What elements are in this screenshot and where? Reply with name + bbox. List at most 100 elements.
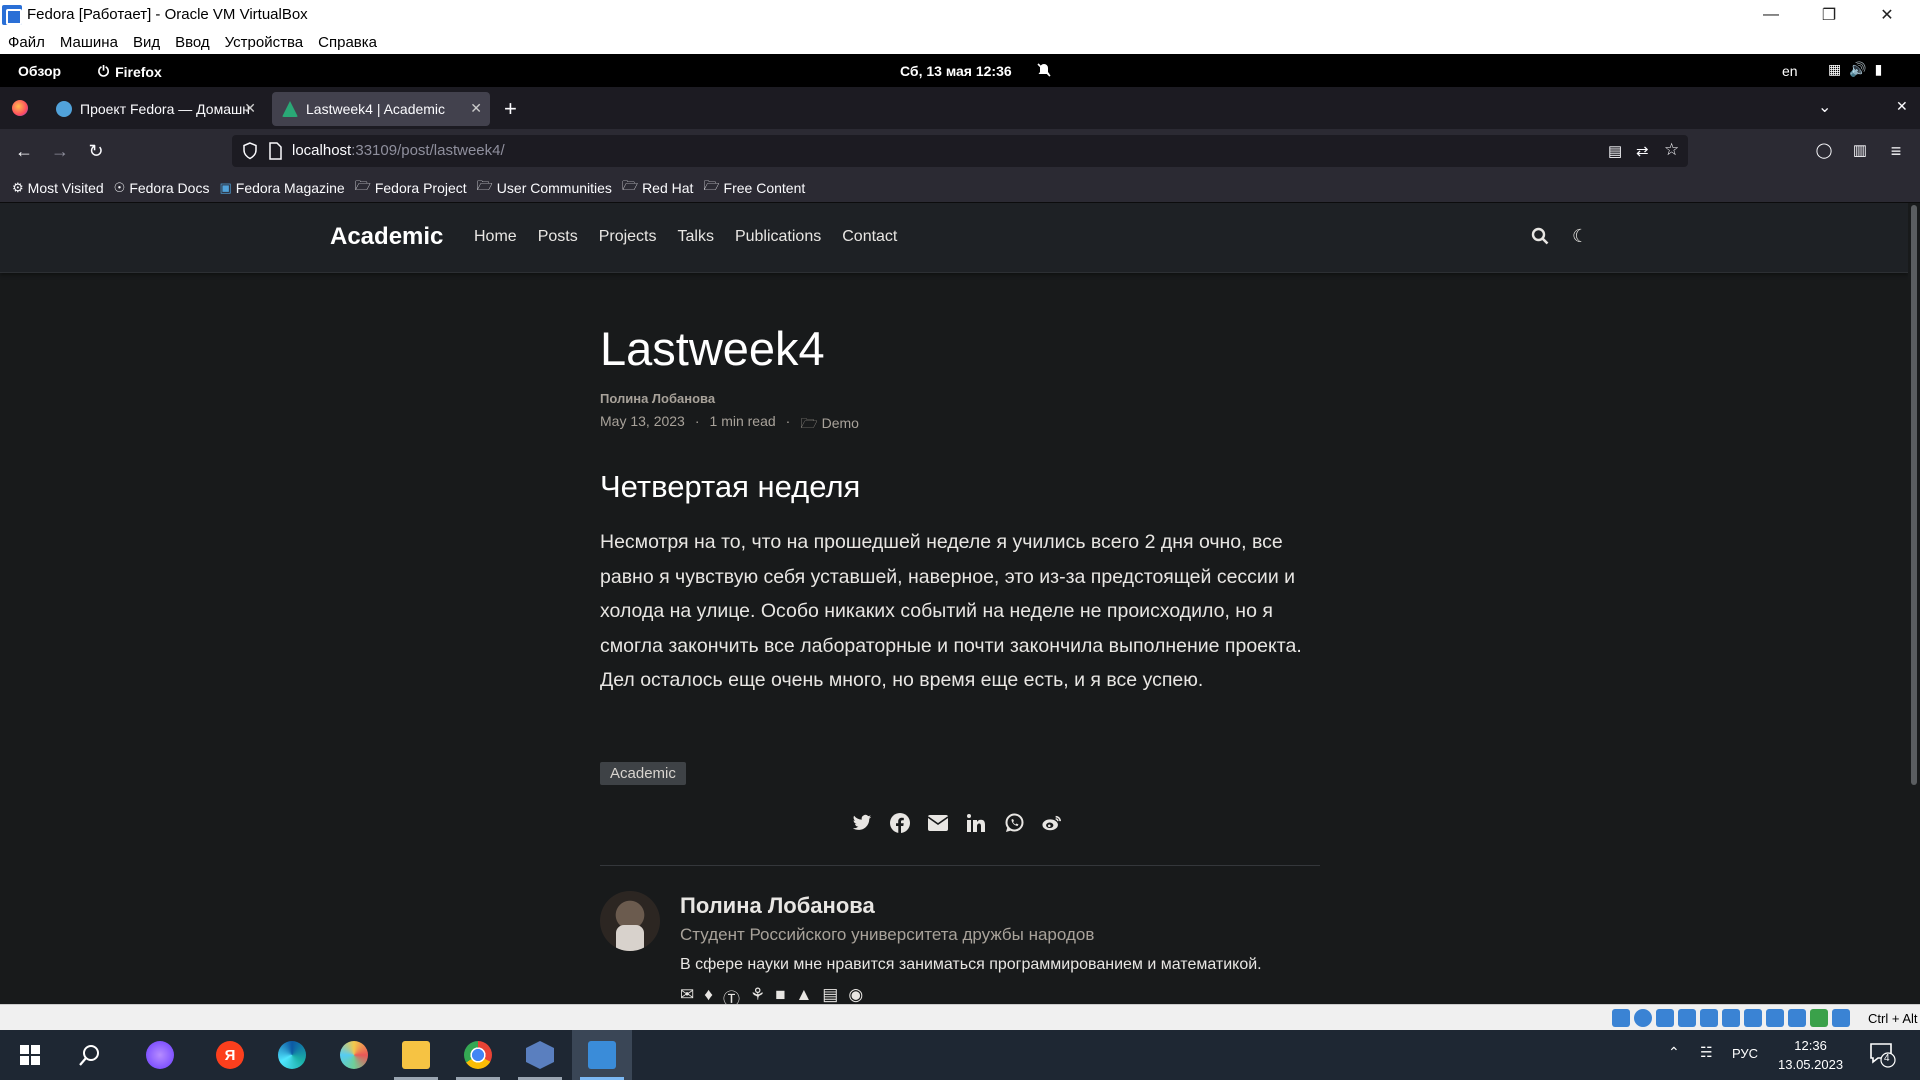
tab-fedora-project[interactable]: Проект Fedora — Домашня ✕: [46, 92, 264, 126]
clock[interactable]: Сб, 13 мая 12:36: [900, 63, 1012, 79]
recording-icon[interactable]: [1766, 1009, 1784, 1027]
guest-additions-icon[interactable]: [1810, 1009, 1828, 1027]
menu-input[interactable]: Ввод: [175, 34, 210, 51]
page-scrollbar[interactable]: [1908, 203, 1920, 1004]
usb-icon[interactable]: [1700, 1009, 1718, 1027]
menu-file[interactable]: Файл: [8, 34, 45, 51]
menu-hamburger-icon[interactable]: ≡: [1884, 139, 1908, 163]
tag-badge[interactable]: Academic: [600, 762, 686, 785]
alice-assistant-icon[interactable]: [130, 1030, 190, 1080]
menu-machine[interactable]: Машина: [60, 34, 118, 51]
edge-icon[interactable]: [262, 1030, 322, 1080]
category-link[interactable]: 🗁 Demo: [800, 413, 859, 437]
tab-lastweek4[interactable]: Lastweek4 | Academic ✕: [272, 92, 490, 126]
yandex-browser-icon[interactable]: Я: [200, 1030, 260, 1080]
show-hidden-icons-chevron-icon[interactable]: ⌃: [1668, 1044, 1680, 1061]
twitter-icon[interactable]: [852, 813, 872, 833]
chrome-icon[interactable]: [448, 1030, 508, 1080]
email-profile-icon[interactable]: ✉: [680, 985, 694, 1004]
system-menu[interactable]: ▦ 🔊 ▮: [1828, 61, 1882, 78]
site-brand[interactable]: Academic: [330, 223, 443, 251]
bookmark-free-content[interactable]: 🗁 Free Content: [703, 177, 805, 199]
firefox-view-icon[interactable]: [12, 100, 28, 116]
reload-button[interactable]: ↻: [84, 139, 108, 163]
shield-icon[interactable]: [242, 142, 258, 164]
paint-icon[interactable]: [324, 1030, 384, 1080]
bookmark-fedora-docs[interactable]: ☉ Fedora Docs: [114, 180, 210, 196]
activities-button[interactable]: Обзор: [18, 63, 61, 79]
scrollbar-thumb[interactable]: [1911, 205, 1917, 785]
display-icon[interactable]: [1744, 1009, 1762, 1027]
mouse-integration-icon[interactable]: [1832, 1009, 1850, 1027]
bookmark-user-communities[interactable]: 🗁 User Communities: [477, 177, 612, 199]
new-tab-button[interactable]: +: [504, 96, 517, 122]
extensions-icon[interactable]: ▥: [1848, 139, 1872, 163]
bookmark-fedora-magazine[interactable]: ▣ Fedora Magazine: [219, 180, 344, 196]
start-button[interactable]: [0, 1030, 60, 1080]
pocket-icon[interactable]: ◯: [1812, 139, 1836, 163]
list-all-tabs-button[interactable]: ⌄: [1818, 97, 1831, 117]
virtualbox-taskbar-icon[interactable]: [510, 1030, 570, 1080]
search-taskbar-icon[interactable]: [60, 1030, 120, 1080]
app-menu[interactable]: ⏻ Firefox: [98, 63, 162, 80]
cv-icon[interactable]: ▤: [822, 985, 838, 1004]
author-profile-links: ✉ ♦ Ⓣ ⚘ ■ ▲ ▤ ◉: [680, 985, 863, 1004]
audio-icon[interactable]: [1656, 1009, 1674, 1027]
menu-help[interactable]: Справка: [318, 34, 377, 51]
bookmark-red-hat[interactable]: 🗁 Red Hat: [622, 177, 693, 199]
nav-contact[interactable]: Contact: [842, 228, 897, 246]
vbox-device-icons: [1612, 1009, 1850, 1027]
reader-view-icon[interactable]: ▤: [1608, 142, 1622, 160]
whatsapp-icon[interactable]: [1004, 813, 1024, 833]
fedora-vm-window-icon[interactable]: [572, 1030, 632, 1080]
post-author[interactable]: Полина Лобанова: [600, 391, 715, 406]
notification-center-icon[interactable]: 4: [1868, 1040, 1896, 1072]
weibo-icon[interactable]: [1042, 813, 1062, 833]
nav-home[interactable]: Home: [474, 228, 517, 246]
close-browser-button[interactable]: ✕: [1896, 98, 1908, 115]
scholar-icon[interactable]: ■: [775, 985, 785, 1004]
close-tab-icon[interactable]: ✕: [244, 100, 256, 117]
bookmark-fedora-project[interactable]: 🗁 Fedora Project: [355, 177, 467, 199]
url-bar[interactable]: localhost:33109/post/lastweek4/ ▤ ⇄ ☆: [232, 135, 1688, 167]
optical-drive-icon[interactable]: [1634, 1009, 1652, 1027]
twitter-profile-icon[interactable]: ♦: [704, 985, 713, 1004]
close-window-button[interactable]: ✕: [1858, 0, 1916, 30]
menu-view[interactable]: Вид: [133, 34, 160, 51]
linkedin-icon[interactable]: [966, 813, 986, 833]
bookmark-star-icon[interactable]: ☆: [1664, 140, 1679, 160]
github-icon[interactable]: ◉: [848, 985, 863, 1004]
nav-talks[interactable]: Talks: [678, 228, 714, 246]
shared-folders-icon[interactable]: [1722, 1009, 1740, 1027]
forward-button[interactable]: →: [48, 139, 72, 163]
search-icon[interactable]: [1531, 227, 1549, 249]
menu-devices[interactable]: Устройства: [225, 34, 303, 51]
taskbar-clock[interactable]: 12:36 13.05.2023: [1778, 1036, 1843, 1074]
network-adapter-icon[interactable]: [1678, 1009, 1696, 1027]
orcid-icon[interactable]: Ⓣ: [723, 985, 740, 1004]
nav-publications[interactable]: Publications: [735, 228, 821, 246]
wifi-icon[interactable]: ☵: [1700, 1044, 1713, 1061]
bookmark-most-visited[interactable]: ⚙ Most Visited: [12, 180, 104, 196]
academia-icon[interactable]: ▲: [795, 985, 812, 1004]
keyboard-layout[interactable]: en: [1782, 63, 1798, 79]
minimize-button[interactable]: —: [1742, 0, 1800, 30]
page-info-icon[interactable]: [268, 142, 282, 164]
restore-button[interactable]: ❐: [1800, 0, 1858, 30]
gear-icon: ⚙: [12, 179, 24, 195]
facebook-icon[interactable]: [890, 813, 910, 833]
dark-mode-moon-icon[interactable]: ☾: [1572, 226, 1588, 247]
nav-posts[interactable]: Posts: [538, 228, 578, 246]
researchgate-icon[interactable]: ⚘: [750, 985, 765, 1004]
hard-disk-icon[interactable]: [1612, 1009, 1630, 1027]
author-card-name[interactable]: Полина Лобанова: [680, 893, 875, 919]
nav-projects[interactable]: Projects: [599, 228, 657, 246]
cpu-icon[interactable]: [1788, 1009, 1806, 1027]
avatar[interactable]: [600, 891, 660, 951]
email-icon[interactable]: [928, 813, 948, 833]
file-explorer-icon[interactable]: [386, 1030, 446, 1080]
translate-icon[interactable]: ⇄: [1636, 142, 1649, 160]
close-tab-icon[interactable]: ✕: [470, 100, 482, 117]
back-button[interactable]: ←: [12, 139, 36, 163]
input-language[interactable]: РУС: [1732, 1046, 1758, 1061]
